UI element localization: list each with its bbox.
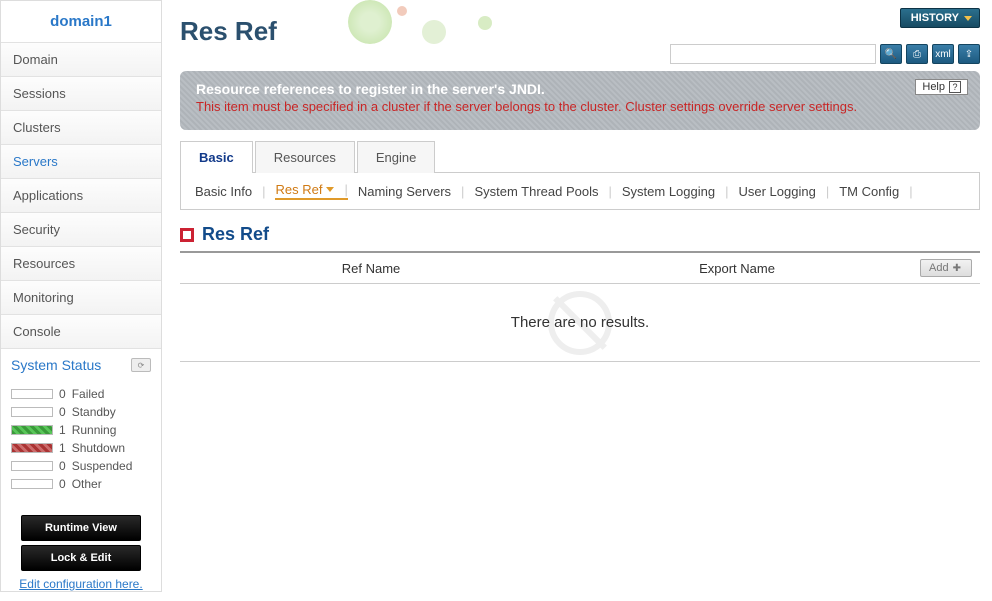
chevron-down-icon bbox=[326, 187, 334, 192]
help-icon: ? bbox=[949, 81, 961, 93]
system-status-list: 0Failed 0Standby 1Running 1Shutdown 0Sus… bbox=[1, 381, 161, 501]
subtab-basic-info[interactable]: Basic Info bbox=[195, 184, 265, 199]
export-xml-icon[interactable]: xml bbox=[932, 44, 954, 64]
nav-console[interactable]: Console bbox=[1, 314, 161, 348]
nav-sessions[interactable]: Sessions bbox=[1, 76, 161, 110]
section-icon bbox=[180, 228, 194, 242]
export-icon[interactable]: ⇪ bbox=[958, 44, 980, 64]
section-header: Res Ref bbox=[180, 224, 980, 245]
help-button[interactable]: Help ? bbox=[915, 79, 968, 95]
nav-clusters[interactable]: Clusters bbox=[1, 110, 161, 144]
tab-resources[interactable]: Resources bbox=[255, 141, 355, 173]
search-input[interactable] bbox=[670, 44, 876, 64]
edit-configuration-link[interactable]: Edit configuration here. bbox=[11, 577, 151, 591]
status-running: 1Running bbox=[11, 421, 151, 439]
subtab-system-logging[interactable]: System Logging bbox=[622, 184, 729, 199]
plus-icon: ✚ bbox=[953, 263, 961, 274]
subtab-tm-config[interactable]: TM Config bbox=[839, 184, 912, 199]
system-status-header: System Status ⟳ bbox=[1, 348, 161, 381]
tab-basic[interactable]: Basic bbox=[180, 141, 253, 173]
status-other: 0Other bbox=[11, 475, 151, 493]
tab-engine[interactable]: Engine bbox=[357, 141, 435, 173]
print-icon[interactable]: ⎙ bbox=[906, 44, 928, 64]
searchbar: 🔍 ⎙ xml ⇪ bbox=[670, 44, 980, 64]
nav-applications[interactable]: Applications bbox=[1, 178, 161, 212]
add-button[interactable]: Add ✚ bbox=[920, 259, 972, 277]
info-warning: This item must be specified in a cluster… bbox=[196, 99, 964, 114]
search-icon[interactable]: 🔍 bbox=[880, 44, 902, 64]
no-results-text: There are no results. bbox=[511, 314, 649, 331]
nav-resources[interactable]: Resources bbox=[1, 246, 161, 280]
subtab-system-thread-pools[interactable]: System Thread Pools bbox=[474, 184, 611, 199]
status-standby: 0Standby bbox=[11, 403, 151, 421]
col-ref-name: Ref Name bbox=[188, 261, 554, 276]
subtab-res-ref[interactable]: Res Ref bbox=[275, 182, 347, 200]
status-failed: 0Failed bbox=[11, 385, 151, 403]
status-shutdown: 1Shutdown bbox=[11, 439, 151, 457]
domain-title: domain1 bbox=[1, 1, 161, 42]
runtime-view-button[interactable]: Runtime View bbox=[21, 515, 141, 541]
help-label: Help bbox=[922, 81, 945, 93]
refresh-icon[interactable]: ⟳ bbox=[131, 358, 151, 372]
sidebar-bottom: Runtime View Lock & Edit Edit configurat… bbox=[1, 501, 161, 601]
history-button[interactable]: HISTORY bbox=[900, 8, 980, 28]
subtab-user-logging[interactable]: User Logging bbox=[739, 184, 830, 199]
info-panel: Help ? Resource references to register i… bbox=[180, 71, 980, 130]
lock-edit-button[interactable]: Lock & Edit bbox=[21, 545, 141, 571]
nav-security[interactable]: Security bbox=[1, 212, 161, 246]
nav-servers[interactable]: Servers bbox=[1, 144, 161, 178]
no-results: There are no results. bbox=[180, 284, 980, 362]
info-title: Resource references to register in the s… bbox=[196, 81, 964, 97]
tabs-secondary: Basic Info Res Ref Naming Servers System… bbox=[180, 173, 980, 210]
tabs-container: Basic Resources Engine Basic Info Res Re… bbox=[180, 140, 980, 210]
tabs-primary: Basic Resources Engine bbox=[180, 140, 980, 173]
nav-domain[interactable]: Domain bbox=[1, 42, 161, 76]
add-label: Add bbox=[929, 262, 949, 274]
sidebar: domain1 Domain Sessions Clusters Servers… bbox=[0, 0, 162, 592]
col-export-name: Export Name bbox=[554, 261, 920, 276]
topbar: HISTORY bbox=[900, 8, 980, 28]
nav-monitoring[interactable]: Monitoring bbox=[1, 280, 161, 314]
status-suspended: 0Suspended bbox=[11, 457, 151, 475]
main-content: HISTORY Res Ref 🔍 ⎙ xml ⇪ Help ? Resourc… bbox=[162, 0, 992, 592]
subtab-naming-servers[interactable]: Naming Servers bbox=[358, 184, 465, 199]
system-status-title: System Status bbox=[11, 357, 101, 373]
table-header: Ref Name Export Name Add ✚ bbox=[180, 251, 980, 284]
section-title: Res Ref bbox=[202, 224, 269, 245]
